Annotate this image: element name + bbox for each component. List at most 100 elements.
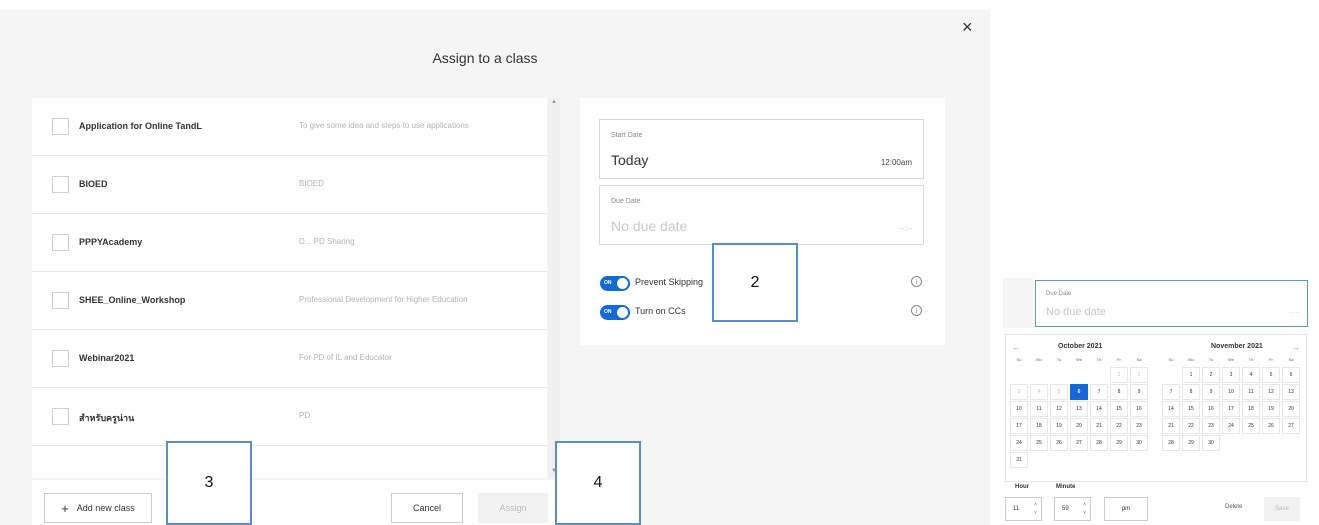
class-row[interactable]: Webinar2021 For PD of IL and Educator (32, 330, 547, 388)
assign-button[interactable]: Assign (478, 493, 548, 523)
calendar-day[interactable]: 2 (1202, 367, 1220, 383)
calendar-day[interactable]: 27 (1070, 435, 1088, 451)
calendar-day[interactable]: 3 (1222, 367, 1240, 383)
prev-month-icon[interactable]: ← (1012, 343, 1020, 352)
class-row[interactable]: PPPYAcademy D... PD Sharing (32, 214, 547, 272)
calendar-day[interactable]: 26 (1050, 435, 1068, 451)
calendar-day[interactable]: 15 (1110, 401, 1128, 417)
calendar-day[interactable]: 29 (1182, 435, 1200, 451)
calendar-day[interactable]: 6 (1282, 367, 1300, 383)
calendar-day[interactable]: 30 (1130, 435, 1148, 451)
calendar-day[interactable]: 25 (1242, 418, 1260, 434)
calendar-day[interactable]: 16 (1130, 401, 1148, 417)
class-checkbox[interactable] (52, 176, 69, 193)
calendar-day[interactable]: 13 (1070, 401, 1088, 417)
calendar-day[interactable]: 23 (1202, 418, 1220, 434)
calendar-day[interactable]: 15 (1182, 401, 1200, 417)
add-new-class-button[interactable]: + Add new class (44, 493, 152, 523)
calendar-day[interactable]: 27 (1282, 418, 1300, 434)
calendar-day[interactable]: 18 (1030, 418, 1048, 434)
weekday-label: Tu (1208, 357, 1214, 362)
calendar-day[interactable]: 14 (1090, 401, 1108, 417)
next-month-icon[interactable]: → (1292, 343, 1300, 352)
calendar-day[interactable]: 23 (1130, 418, 1148, 434)
hour-value: 11 (1013, 506, 1020, 512)
class-checkbox[interactable] (52, 234, 69, 251)
due-date-field[interactable]: Due Date No due date --:-- (599, 185, 924, 245)
calendar-day[interactable]: 22 (1182, 418, 1200, 434)
calendar-day[interactable]: 20 (1070, 418, 1088, 434)
class-row[interactable]: สำหรับครูน่าน PD (32, 388, 547, 446)
class-checkbox[interactable] (52, 292, 69, 309)
turn-on-ccs-toggle[interactable]: ON (600, 305, 630, 320)
calendar-day[interactable]: 28 (1162, 435, 1180, 451)
calendar-day[interactable]: 29 (1110, 435, 1128, 451)
scroll-up-icon[interactable]: ▲ (551, 99, 557, 105)
class-checkbox[interactable] (52, 350, 69, 367)
calendar-day[interactable]: 20 (1282, 401, 1300, 417)
calendar-day[interactable]: 17 (1222, 401, 1240, 417)
class-checkbox[interactable] (52, 118, 69, 135)
calendar-day[interactable]: 25 (1030, 435, 1048, 451)
info-icon[interactable]: i (911, 305, 922, 316)
calendar-day[interactable]: 16 (1202, 401, 1220, 417)
calendar-day[interactable]: 21 (1090, 418, 1108, 434)
calendar-day[interactable]: 21 (1162, 418, 1180, 434)
calendar-day[interactable]: 8 (1110, 384, 1128, 400)
calendar-day[interactable]: 26 (1262, 418, 1280, 434)
calendar-day[interactable]: 12 (1262, 384, 1280, 400)
stepper-arrows-icon[interactable]: ˄ ˅ (1034, 501, 1037, 517)
ampm-select[interactable]: pm (1104, 497, 1148, 521)
calendar-day[interactable]: 11 (1030, 401, 1048, 417)
picker-due-date-placeholder: No due date (1046, 306, 1106, 318)
calendar-day[interactable]: 13 (1282, 384, 1300, 400)
list-scrollbar[interactable] (548, 98, 560, 478)
class-checkbox[interactable] (52, 408, 69, 425)
calendar-day[interactable]: 18 (1242, 401, 1260, 417)
calendar-day[interactable]: 4 (1030, 384, 1048, 400)
class-row[interactable]: Application for Online TandL To give som… (32, 98, 547, 156)
calendar-day[interactable]: 8 (1182, 384, 1200, 400)
hour-stepper[interactable]: 11 ˄ ˅ (1005, 497, 1042, 521)
calendar-day[interactable]: 12 (1050, 401, 1068, 417)
calendar-day[interactable]: 19 (1050, 418, 1068, 434)
class-row[interactable]: SHEE_Online_Workshop Professional Develo… (32, 272, 547, 330)
calendar-day[interactable]: 4 (1242, 367, 1260, 383)
calendar-day[interactable]: 6 (1070, 384, 1088, 400)
calendar-day[interactable]: 9 (1130, 384, 1148, 400)
class-row[interactable]: BIOED BIOED (32, 156, 547, 214)
cancel-button[interactable]: Cancel (391, 493, 463, 523)
calendar-day[interactable]: 24 (1010, 435, 1028, 451)
save-button[interactable]: Save (1264, 497, 1300, 521)
minute-stepper[interactable]: 59 ˄ ˅ (1054, 497, 1091, 521)
calendar-day[interactable]: 24 (1222, 418, 1240, 434)
calendar-day[interactable]: 5 (1050, 384, 1068, 400)
calendar-day[interactable]: 11 (1242, 384, 1260, 400)
calendar-day[interactable]: 7 (1162, 384, 1180, 400)
calendar-day[interactable]: 5 (1262, 367, 1280, 383)
picker-due-date-field[interactable]: Due Date No due date --:-- (1035, 280, 1308, 327)
calendar-day[interactable]: 31 (1010, 452, 1028, 468)
calendar-day[interactable]: 30 (1202, 435, 1220, 451)
calendar-day[interactable]: 17 (1010, 418, 1028, 434)
calendar-day[interactable]: 19 (1262, 401, 1280, 417)
calendar-day[interactable]: 14 (1162, 401, 1180, 417)
calendar-day[interactable]: 3 (1010, 384, 1028, 400)
calendar-day[interactable]: 7 (1090, 384, 1108, 400)
weekday-label: Tu (1056, 357, 1062, 362)
stepper-arrows-icon[interactable]: ˄ ˅ (1083, 501, 1086, 517)
calendar-day[interactable]: 22 (1110, 418, 1128, 434)
start-date-field[interactable]: Start Date Today 12:00am (599, 119, 924, 179)
info-icon[interactable]: i (911, 276, 922, 287)
close-icon[interactable]: × (962, 18, 973, 36)
calendar-day[interactable]: 2 (1130, 367, 1148, 383)
calendar-day[interactable]: 9 (1202, 384, 1220, 400)
calendar-day[interactable]: 28 (1090, 435, 1108, 451)
delete-button[interactable]: Delete (1225, 504, 1242, 510)
calendar-day[interactable]: 10 (1010, 401, 1028, 417)
calendar-day[interactable]: 1 (1110, 367, 1128, 383)
class-name: PPPYAcademy (79, 237, 143, 247)
prevent-skipping-toggle[interactable]: ON (600, 276, 630, 291)
calendar-day[interactable]: 10 (1222, 384, 1240, 400)
calendar-day[interactable]: 1 (1182, 367, 1200, 383)
